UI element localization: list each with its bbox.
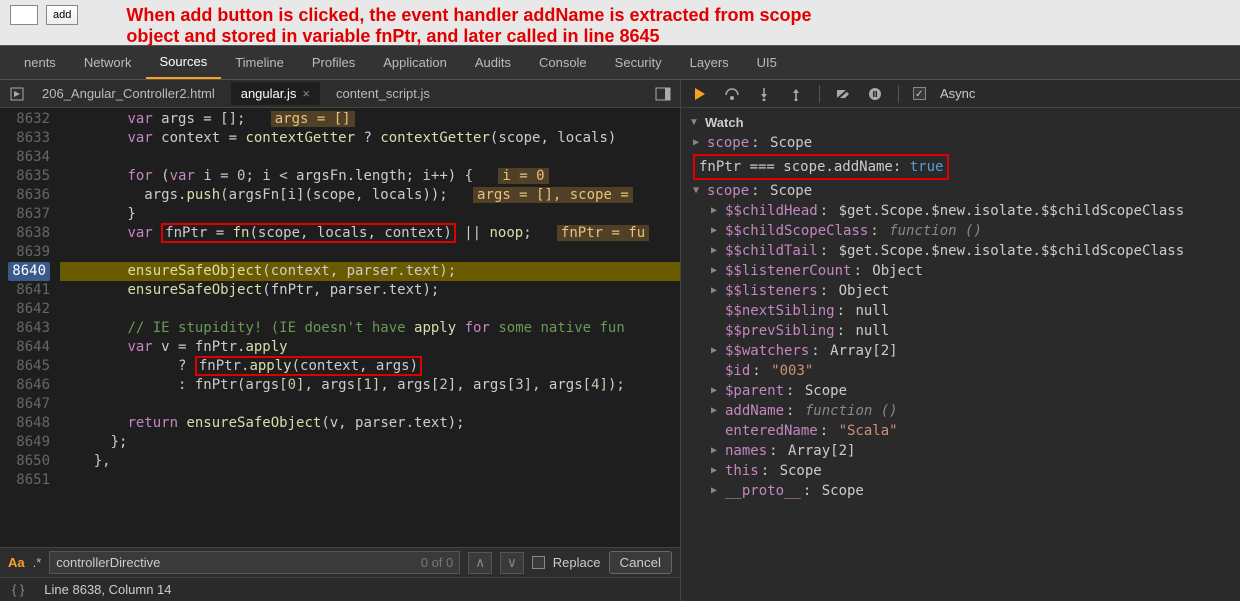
search-prev-icon[interactable]: ∧ bbox=[468, 552, 492, 574]
braces-icon[interactable]: { } bbox=[12, 582, 24, 597]
devtools-tabs: nentsNetworkSourcesTimelineProfilesAppli… bbox=[0, 46, 1240, 80]
tab-sources[interactable]: Sources bbox=[146, 46, 222, 79]
watch-expression-highlighted[interactable]: fnPtr === scope.addName: true bbox=[693, 154, 949, 180]
debugger-panel: Async ▼Watch ▶scope: ScopefnPtr === scop… bbox=[680, 80, 1240, 601]
file-tabs: 206_Angular_Controller2.html angular.js×… bbox=[0, 80, 680, 108]
tab-timeline[interactable]: Timeline bbox=[221, 47, 298, 78]
tab-console[interactable]: Console bbox=[525, 47, 601, 78]
add-button[interactable]: add bbox=[46, 5, 78, 25]
watch-row[interactable]: $id: "003" bbox=[693, 361, 1232, 381]
tab-profiles[interactable]: Profiles bbox=[298, 47, 369, 78]
search-next-icon[interactable]: ∨ bbox=[500, 552, 524, 574]
step-into-icon[interactable] bbox=[755, 85, 773, 103]
watch-header[interactable]: ▼Watch bbox=[689, 112, 1232, 133]
name-input[interactable] bbox=[10, 5, 38, 25]
debug-toolbar: Async bbox=[681, 80, 1240, 108]
tab-nents[interactable]: nents bbox=[10, 47, 70, 78]
watch-row[interactable]: ▶$$childHead: $get.Scope.$new.isolate.$$… bbox=[693, 201, 1232, 221]
replace-checkbox[interactable] bbox=[532, 556, 545, 569]
watch-row[interactable]: ▼scope: Scope bbox=[693, 181, 1232, 201]
tab-security[interactable]: Security bbox=[601, 47, 676, 78]
replace-label: Replace bbox=[553, 555, 601, 570]
file-tab-html[interactable]: 206_Angular_Controller2.html bbox=[32, 82, 225, 105]
step-out-icon[interactable] bbox=[787, 85, 805, 103]
code-lines: var args = []; args = [] var context = c… bbox=[60, 108, 680, 547]
watch-row[interactable]: ▶addName: function () bbox=[693, 401, 1232, 421]
file-tab-content-script[interactable]: content_script.js bbox=[326, 82, 440, 105]
close-icon[interactable]: × bbox=[302, 86, 310, 101]
watch-row[interactable]: ▶$parent: Scope bbox=[693, 381, 1232, 401]
line-gutter: 8632863386348635863686378638863986408641… bbox=[0, 108, 60, 547]
tab-network[interactable]: Network bbox=[70, 47, 146, 78]
watch-row[interactable]: ▶this: Scope bbox=[693, 461, 1232, 481]
show-navigator-icon[interactable] bbox=[654, 85, 672, 103]
watch-row[interactable]: ▶names: Array[2] bbox=[693, 441, 1232, 461]
status-bar: { } Line 8638, Column 14 bbox=[0, 577, 680, 601]
tab-layers[interactable]: Layers bbox=[676, 47, 743, 78]
resume-icon[interactable] bbox=[691, 85, 709, 103]
async-checkbox[interactable] bbox=[913, 87, 926, 100]
tab-audits[interactable]: Audits bbox=[461, 47, 525, 78]
file-tab-angular[interactable]: angular.js× bbox=[231, 82, 320, 105]
annotation-text: When add button is clicked, the event ha… bbox=[126, 5, 811, 46]
watch-row[interactable]: ▶$$listenerCount: Object bbox=[693, 261, 1232, 281]
async-label: Async bbox=[940, 86, 975, 101]
devtools-panel: nentsNetworkSourcesTimelineProfilesAppli… bbox=[0, 45, 1240, 601]
watch-section: ▼Watch ▶scope: ScopefnPtr === scope.addN… bbox=[681, 108, 1240, 505]
watch-row[interactable]: ▶$$childScopeClass: function () bbox=[693, 221, 1232, 241]
watch-row[interactable]: $$prevSibling: null bbox=[693, 321, 1232, 341]
source-panel: 206_Angular_Controller2.html angular.js×… bbox=[0, 80, 680, 601]
search-bar: Aa .* controllerDirective 0 of 0 ∧ ∨ Rep… bbox=[0, 547, 680, 577]
watch-row[interactable]: ▶scope: Scope bbox=[693, 133, 1232, 153]
pause-exceptions-icon[interactable] bbox=[866, 85, 884, 103]
watch-row[interactable]: ▶$$listeners: Object bbox=[693, 281, 1232, 301]
regex-icon[interactable]: .* bbox=[33, 555, 42, 570]
cancel-button[interactable]: Cancel bbox=[609, 551, 673, 574]
watch-row[interactable]: ▶$$watchers: Array[2] bbox=[693, 341, 1232, 361]
search-input[interactable]: controllerDirective 0 of 0 bbox=[49, 551, 460, 574]
watch-row[interactable]: ▶__proto__: Scope bbox=[693, 481, 1232, 501]
tab-ui5[interactable]: UI5 bbox=[743, 47, 791, 78]
page-header: add When add button is clicked, the even… bbox=[0, 0, 1240, 45]
tab-application[interactable]: Application bbox=[369, 47, 461, 78]
deactivate-breakpoints-icon[interactable] bbox=[834, 85, 852, 103]
watch-row[interactable]: $$nextSibling: null bbox=[693, 301, 1232, 321]
file-navigator-icon[interactable] bbox=[8, 85, 26, 103]
watch-row[interactable]: ▶$$childTail: $get.Scope.$new.isolate.$$… bbox=[693, 241, 1232, 261]
code-editor[interactable]: 8632863386348635863686378638863986408641… bbox=[0, 108, 680, 547]
cursor-position: Line 8638, Column 14 bbox=[44, 582, 171, 597]
watch-row[interactable]: enteredName: "Scala" bbox=[693, 421, 1232, 441]
match-case-icon[interactable]: Aa bbox=[8, 555, 25, 570]
step-over-icon[interactable] bbox=[723, 85, 741, 103]
